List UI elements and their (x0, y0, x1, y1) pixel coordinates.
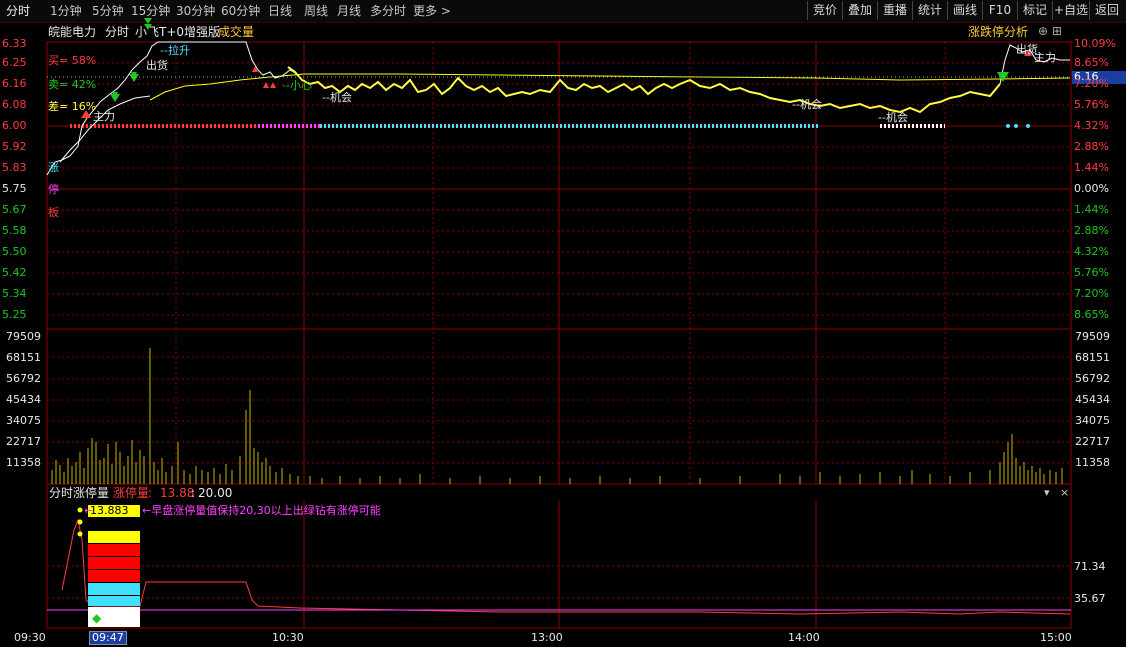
time-tick: 15:00 (1040, 631, 1072, 644)
pct-tick: 5.76% (1074, 266, 1109, 279)
volume-tick: 56792 (1075, 372, 1110, 385)
volume-tick: 11358 (6, 456, 41, 469)
volume-tick: 45434 (6, 393, 41, 406)
volume-tick: 22717 (1075, 435, 1110, 448)
chuhuo-label: 出货 (146, 59, 168, 72)
diff-pct-label: 差= 16% (48, 100, 97, 113)
xiaoxin-label: --小心 (282, 79, 312, 92)
bar-cyan (88, 583, 140, 595)
volume-tick: 79509 (6, 330, 41, 343)
bar-black (88, 518, 140, 530)
green-diamond-icon: ◆ (92, 611, 102, 625)
volume-tick: 79509 (1075, 330, 1110, 343)
chart-canvas (46, 18, 1072, 629)
pct-tick: 10.09% (1074, 37, 1116, 50)
bar-red (88, 570, 140, 582)
sub-panel-value: : (148, 486, 153, 500)
price-tick: 5.67 (2, 203, 27, 216)
bar-cyan (88, 596, 140, 606)
volume-tick: 34075 (1075, 414, 1110, 427)
ting-label: 停 (48, 183, 59, 196)
zhang-label: 涨 (48, 161, 59, 174)
pct-tick: 1.44% (1074, 161, 1109, 174)
volume-tick: 68151 (1075, 351, 1110, 364)
volume-bars (51, 348, 1063, 484)
volume-tick: 11358 (1075, 456, 1110, 469)
sub-axis-bottom: 35.67 (1074, 592, 1106, 605)
sub-axis-top: 71.34 (1074, 560, 1106, 573)
ban-label: 板 (48, 206, 59, 219)
sub-panel-value: 13.88 (160, 486, 195, 500)
jihui-label-3: --机会 (878, 111, 908, 124)
volume-tick: 56792 (6, 372, 41, 385)
pct-tick: 2.88% (1074, 224, 1109, 237)
pct-tick: 4.32% (1074, 245, 1109, 258)
volume-tick: 22717 (6, 435, 41, 448)
price-tick: 5.92 (2, 140, 27, 153)
pct-tick: 0.00% (1074, 182, 1109, 195)
pct-tick: 8.65% (1074, 308, 1109, 321)
pct-tick: 7.20% (1074, 287, 1109, 300)
price-tick: 6.08 (2, 98, 27, 111)
bar-yellow (88, 531, 140, 543)
price-tick: 5.75 (2, 182, 27, 195)
sub-panel-separator: : (191, 486, 196, 500)
time-tick: 13:00 (531, 631, 563, 644)
pct-tick: 5.76% (1074, 98, 1109, 111)
price-tick: 5.58 (2, 224, 27, 237)
jihui-label-2: --机会 (792, 98, 822, 111)
zhuli-label: 主力 (93, 110, 115, 123)
price-tick: 5.83 (2, 161, 27, 174)
sell-pct-label: 卖= 42% (48, 78, 97, 91)
sub-panel-key: 涨停量 (113, 486, 150, 500)
price-tick: 5.25 (2, 308, 27, 321)
pct-tick: 7.20% (1074, 77, 1109, 90)
bar-red (88, 544, 140, 556)
annotation-value: 13.883 (90, 504, 129, 517)
price-tick: 6.00 (2, 119, 27, 132)
jihui-label-1: --机会 (322, 91, 352, 104)
price-tick: 6.25 (2, 56, 27, 69)
dropdown-icon[interactable]: ▾ (1044, 487, 1050, 499)
volume-tick: 68151 (6, 351, 41, 364)
time-tick: 09:30 (14, 631, 46, 644)
bar-red (88, 557, 140, 569)
sub-panel-threshold: 20.00 (198, 486, 233, 500)
price-tick: 5.34 (2, 287, 27, 300)
close-icon[interactable]: × (1060, 487, 1069, 499)
time-tick: 10:30 (272, 631, 304, 644)
pct-tick: 8.65% (1074, 56, 1109, 69)
lasheng-label: --拉升 (160, 44, 190, 57)
price-tick: 6.16 (2, 77, 27, 90)
volume-tick: 45434 (1075, 393, 1110, 406)
pct-tick: 1.44% (1074, 203, 1109, 216)
volume-tick: 34075 (6, 414, 41, 427)
zhuli-right-label: 主力 (1034, 51, 1056, 64)
time-tick: 14:00 (788, 631, 820, 644)
annotation-text: ←早盘涨停量值保持20,30以上出绿钻有涨停可能 (142, 504, 381, 517)
pct-tick: 2.88% (1074, 140, 1109, 153)
sub-panel-title: 分时涨停量 (49, 486, 110, 500)
buy-pct-label: 买= 58% (48, 54, 97, 67)
price-tick: 5.50 (2, 245, 27, 258)
price-tick: 5.42 (2, 266, 27, 279)
pct-tick: 4.32% (1074, 119, 1109, 132)
time-cursor: 09:47 (89, 631, 127, 645)
price-tick: 6.33 (2, 37, 27, 50)
